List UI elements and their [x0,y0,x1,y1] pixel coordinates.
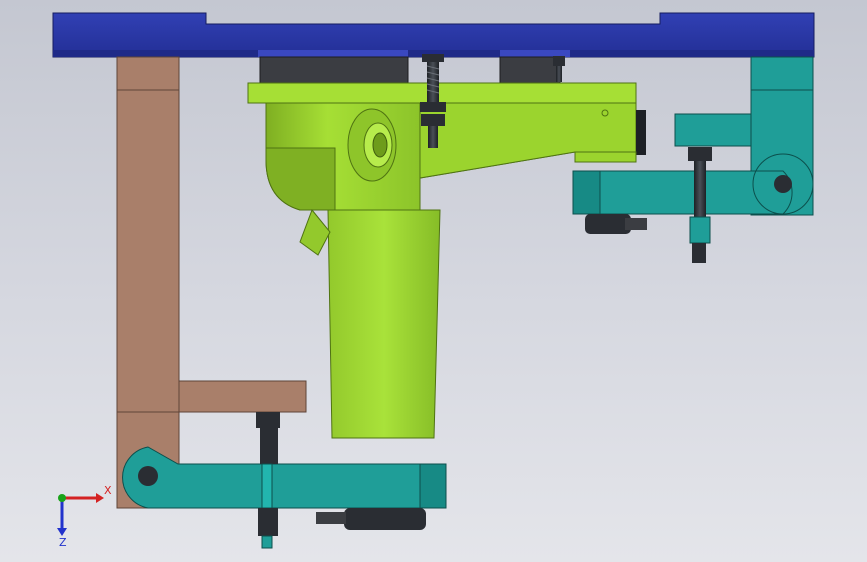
cad-model-view[interactable] [0,0,867,562]
y-axis-dot [58,494,66,502]
graphics-viewport[interactable]: X Z [0,0,867,562]
top-plate[interactable] [52,12,815,58]
spindle-cone[interactable] [299,209,441,439]
z-axis-arrowhead [57,528,67,536]
x-axis-label: X [104,484,112,497]
mounting-block-dark[interactable] [259,56,561,86]
x-axis-arrowhead [96,493,104,503]
coordinate-triad-icon[interactable]: X Z [44,478,124,548]
z-axis-label: Z [59,536,67,548]
